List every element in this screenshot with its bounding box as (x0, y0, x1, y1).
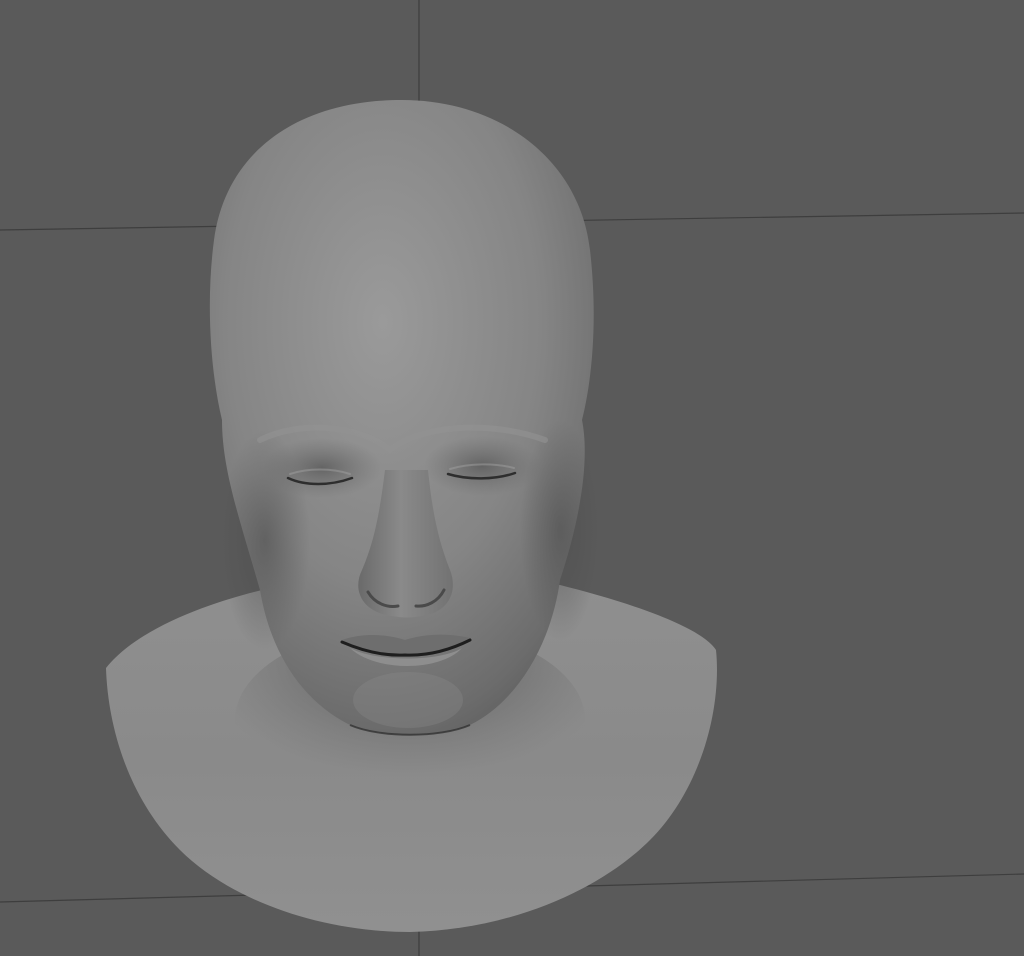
head-model[interactable] (106, 100, 717, 932)
viewport-canvas[interactable] (0, 0, 1024, 956)
3d-viewport[interactable] (0, 0, 1024, 956)
right-eye-socket (424, 436, 540, 496)
chin (353, 672, 463, 728)
left-eye-socket (262, 438, 382, 498)
